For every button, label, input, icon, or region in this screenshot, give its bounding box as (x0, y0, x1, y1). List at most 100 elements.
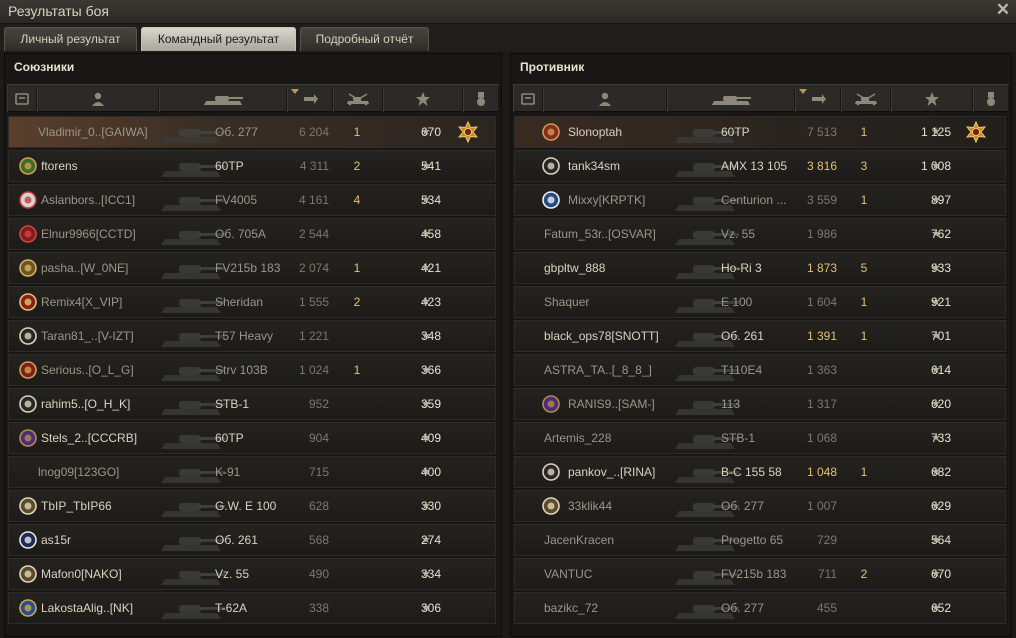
close-icon[interactable]: ✕ (994, 1, 1012, 19)
player-row[interactable]: Slonoptah 60TP 7 513 1 1 125 ★ (514, 116, 1006, 148)
kills-value: 2 (860, 567, 868, 581)
xp-star-icon: ★ (931, 126, 941, 138)
column-header-tank[interactable] (159, 85, 287, 112)
clan-badge-diamond-icon (19, 395, 37, 413)
xp-star-icon: ★ (421, 432, 431, 444)
damage-value: 1 317 (806, 397, 837, 411)
player-name: Taran81_..[V-IZT] (41, 329, 134, 343)
clan-badge-red-star-icon (19, 293, 37, 311)
damage-value: 338 (308, 601, 329, 615)
player-row[interactable]: Aslanbors..[ICC1] FV4005 4 161 4 534 ★ (8, 184, 496, 216)
window-title: Результаты боя (8, 3, 110, 19)
player-row[interactable]: LakostaAlig..[NK] T-62A 338 306 ★ (8, 592, 496, 624)
column-header-kills[interactable] (841, 85, 891, 112)
vehicle-name: 60TP (721, 125, 750, 139)
damage-value: 1 068 (806, 431, 837, 445)
xp-star-icon: ★ (931, 364, 941, 376)
column-header-player[interactable] (37, 85, 159, 112)
damage-value: 1 048 (806, 465, 837, 479)
kills-value: 1 (860, 465, 868, 479)
damage-value: 1 007 (806, 499, 837, 513)
xp-star-icon: ★ (421, 466, 431, 478)
xp-star-icon: ★ (421, 364, 431, 376)
player-row[interactable]: black_ops78[SNOTT] Об. 261 1 391 1 701 ★ (514, 320, 1006, 352)
vehicle-name: Strv 103B (215, 363, 268, 377)
player-row[interactable]: Serious..[O_L_G] Strv 103B 1 024 1 366 ★ (8, 354, 496, 386)
player-name: 33klik44 (568, 499, 613, 513)
order-medal-icon[interactable] (457, 121, 479, 143)
clan-badge-purple-icon (542, 395, 560, 413)
player-row[interactable]: tank34sm AMX 13 105 3 816 3 1 008 ★ (514, 150, 1006, 182)
player-name: TbIP_TbIP66 (41, 499, 112, 513)
player-row[interactable]: rahim5..[O_H_K] STB-1 952 359 ★ (8, 388, 496, 420)
player-row[interactable]: Shaquer E 100 1 604 1 921 ★ (514, 286, 1006, 318)
xp-star-icon: ★ (931, 534, 941, 546)
vehicle-name: STB-1 (721, 431, 756, 445)
tank-icon (204, 95, 243, 105)
order-medal-icon[interactable] (965, 121, 987, 143)
player-row[interactable]: gbpltw_888 Ho-Ri 31 873 5 933 ★ (514, 252, 1006, 284)
tab-personal-result[interactable]: Личный результат (4, 27, 137, 51)
player-row[interactable]: ftorens 60TP 4 311 2 541 ★ (8, 150, 496, 182)
player-row[interactable]: Taran81_..[V-IZT] T57 Heavy 1 221 348 ★ (8, 320, 496, 352)
vehicle-name: Об. 261 (215, 533, 258, 547)
column-header-squad[interactable] (7, 85, 37, 112)
player-row[interactable]: Stels_2..[CCCRB] 60TP 904 409 ★ (8, 422, 496, 454)
column-header-damage[interactable] (287, 85, 333, 112)
player-name: pankov_..[RINA] (568, 465, 656, 479)
player-row[interactable]: VANTUC FV215b 183 711 2 670 ★ (514, 558, 1006, 590)
player-row[interactable]: Fatum_53r..[OSVAR] Vz. 55 1 986 762 ★ (514, 218, 1006, 250)
column-header-tank[interactable] (667, 85, 795, 112)
player-name: gbpltw_888 (544, 261, 606, 275)
player-row[interactable]: JacenKracen Progetto 65 729 564 ★ (514, 524, 1006, 556)
clan-badge-white-flower-icon (19, 531, 37, 549)
player-row[interactable]: Mafon0[NAKO] Vz. 55 490 334 ★ (8, 558, 496, 590)
vehicle-name: 113 (721, 397, 741, 411)
player-row[interactable]: 33klik44 Об. 277 1 007 629 ★ (514, 490, 1006, 522)
xp-star-icon: ★ (421, 568, 431, 580)
player-name: Fatum_53r..[OSVAR] (544, 227, 656, 241)
xp-star-icon: ★ (931, 500, 941, 512)
vehicle-name: Об. 277 (721, 499, 764, 513)
damage-value: 1 604 (806, 295, 837, 309)
vehicle-name: E 100 (721, 295, 753, 309)
player-row[interactable]: pankov_..[RINA] B-C 155 58 1 048 1 682 ★ (514, 456, 1006, 488)
damage-value: 6 204 (298, 125, 329, 139)
column-header-xp-star[interactable] (383, 85, 463, 112)
damage-value: 3 559 (806, 193, 837, 207)
column-header-xp-star[interactable] (891, 85, 973, 112)
player-row[interactable]: Remix4[X_VIP] Sheridan 1 555 2 423 ★ (8, 286, 496, 318)
player-name: RANIS9..[SAM-] (568, 397, 655, 411)
damage-value: 4 311 (299, 159, 329, 173)
xp-star-icon: ★ (421, 160, 431, 172)
column-header-medal[interactable] (463, 85, 499, 112)
player-row[interactable]: as15r Об. 261 568 274 ★ (8, 524, 496, 556)
xp-star-icon: ★ (421, 330, 431, 342)
column-header-damage[interactable] (795, 85, 841, 112)
tab-team-result[interactable]: Командный результат (141, 27, 296, 51)
player-row[interactable]: pasha..[W_0NE] FV215b 183 2 074 1 421 ★ (8, 252, 496, 284)
tab-detailed-report[interactable]: Подробный отчёт (300, 27, 429, 51)
kills-value: 1 (860, 329, 868, 343)
column-header-kills[interactable] (333, 85, 383, 112)
vehicle-name: 60TP (215, 431, 244, 445)
player-row[interactable]: Artemis_228 STB-1 1 068 733 ★ (514, 422, 1006, 454)
column-header-player[interactable] (543, 85, 667, 112)
player-name: Artemis_228 (544, 431, 612, 445)
vehicle-name: STB-1 (215, 397, 250, 411)
player-row[interactable]: Vladimir_0..[GAIWA] Об. 277 6 204 1 670 ★ (8, 116, 496, 148)
player-row[interactable]: Elnur9966[CCTD] Об. 705А 2 544 458 ★ (8, 218, 496, 250)
player-row[interactable]: TbIP_TbIP66 G.W. E 100 628 330 ★ (8, 490, 496, 522)
player-row[interactable]: RANIS9..[SAM-] 113 1 317 620 ★ (514, 388, 1006, 420)
damage-value: 7 513 (806, 125, 837, 139)
vehicle-name: Vz. 55 (215, 567, 250, 581)
player-name: Mixxy[KRPTK] (568, 193, 646, 207)
column-header-medal[interactable] (973, 85, 1009, 112)
player-row[interactable]: bazikc_72 Об. 277 455 652 ★ (514, 592, 1006, 624)
player-row[interactable]: Mixxy[KRPTK] Centurion ... 3 559 1 897 ★ (514, 184, 1006, 216)
column-header-squad[interactable] (513, 85, 543, 112)
kills-value: 1 (353, 363, 361, 377)
player-row[interactable]: lnog09[123GO] K-91 715 400 ★ (8, 456, 496, 488)
player-row[interactable]: ASTRA_TA..[_8_8_] T110E4 1 363 614 ★ (514, 354, 1006, 386)
clan-badge-red-lips-icon (19, 225, 37, 243)
